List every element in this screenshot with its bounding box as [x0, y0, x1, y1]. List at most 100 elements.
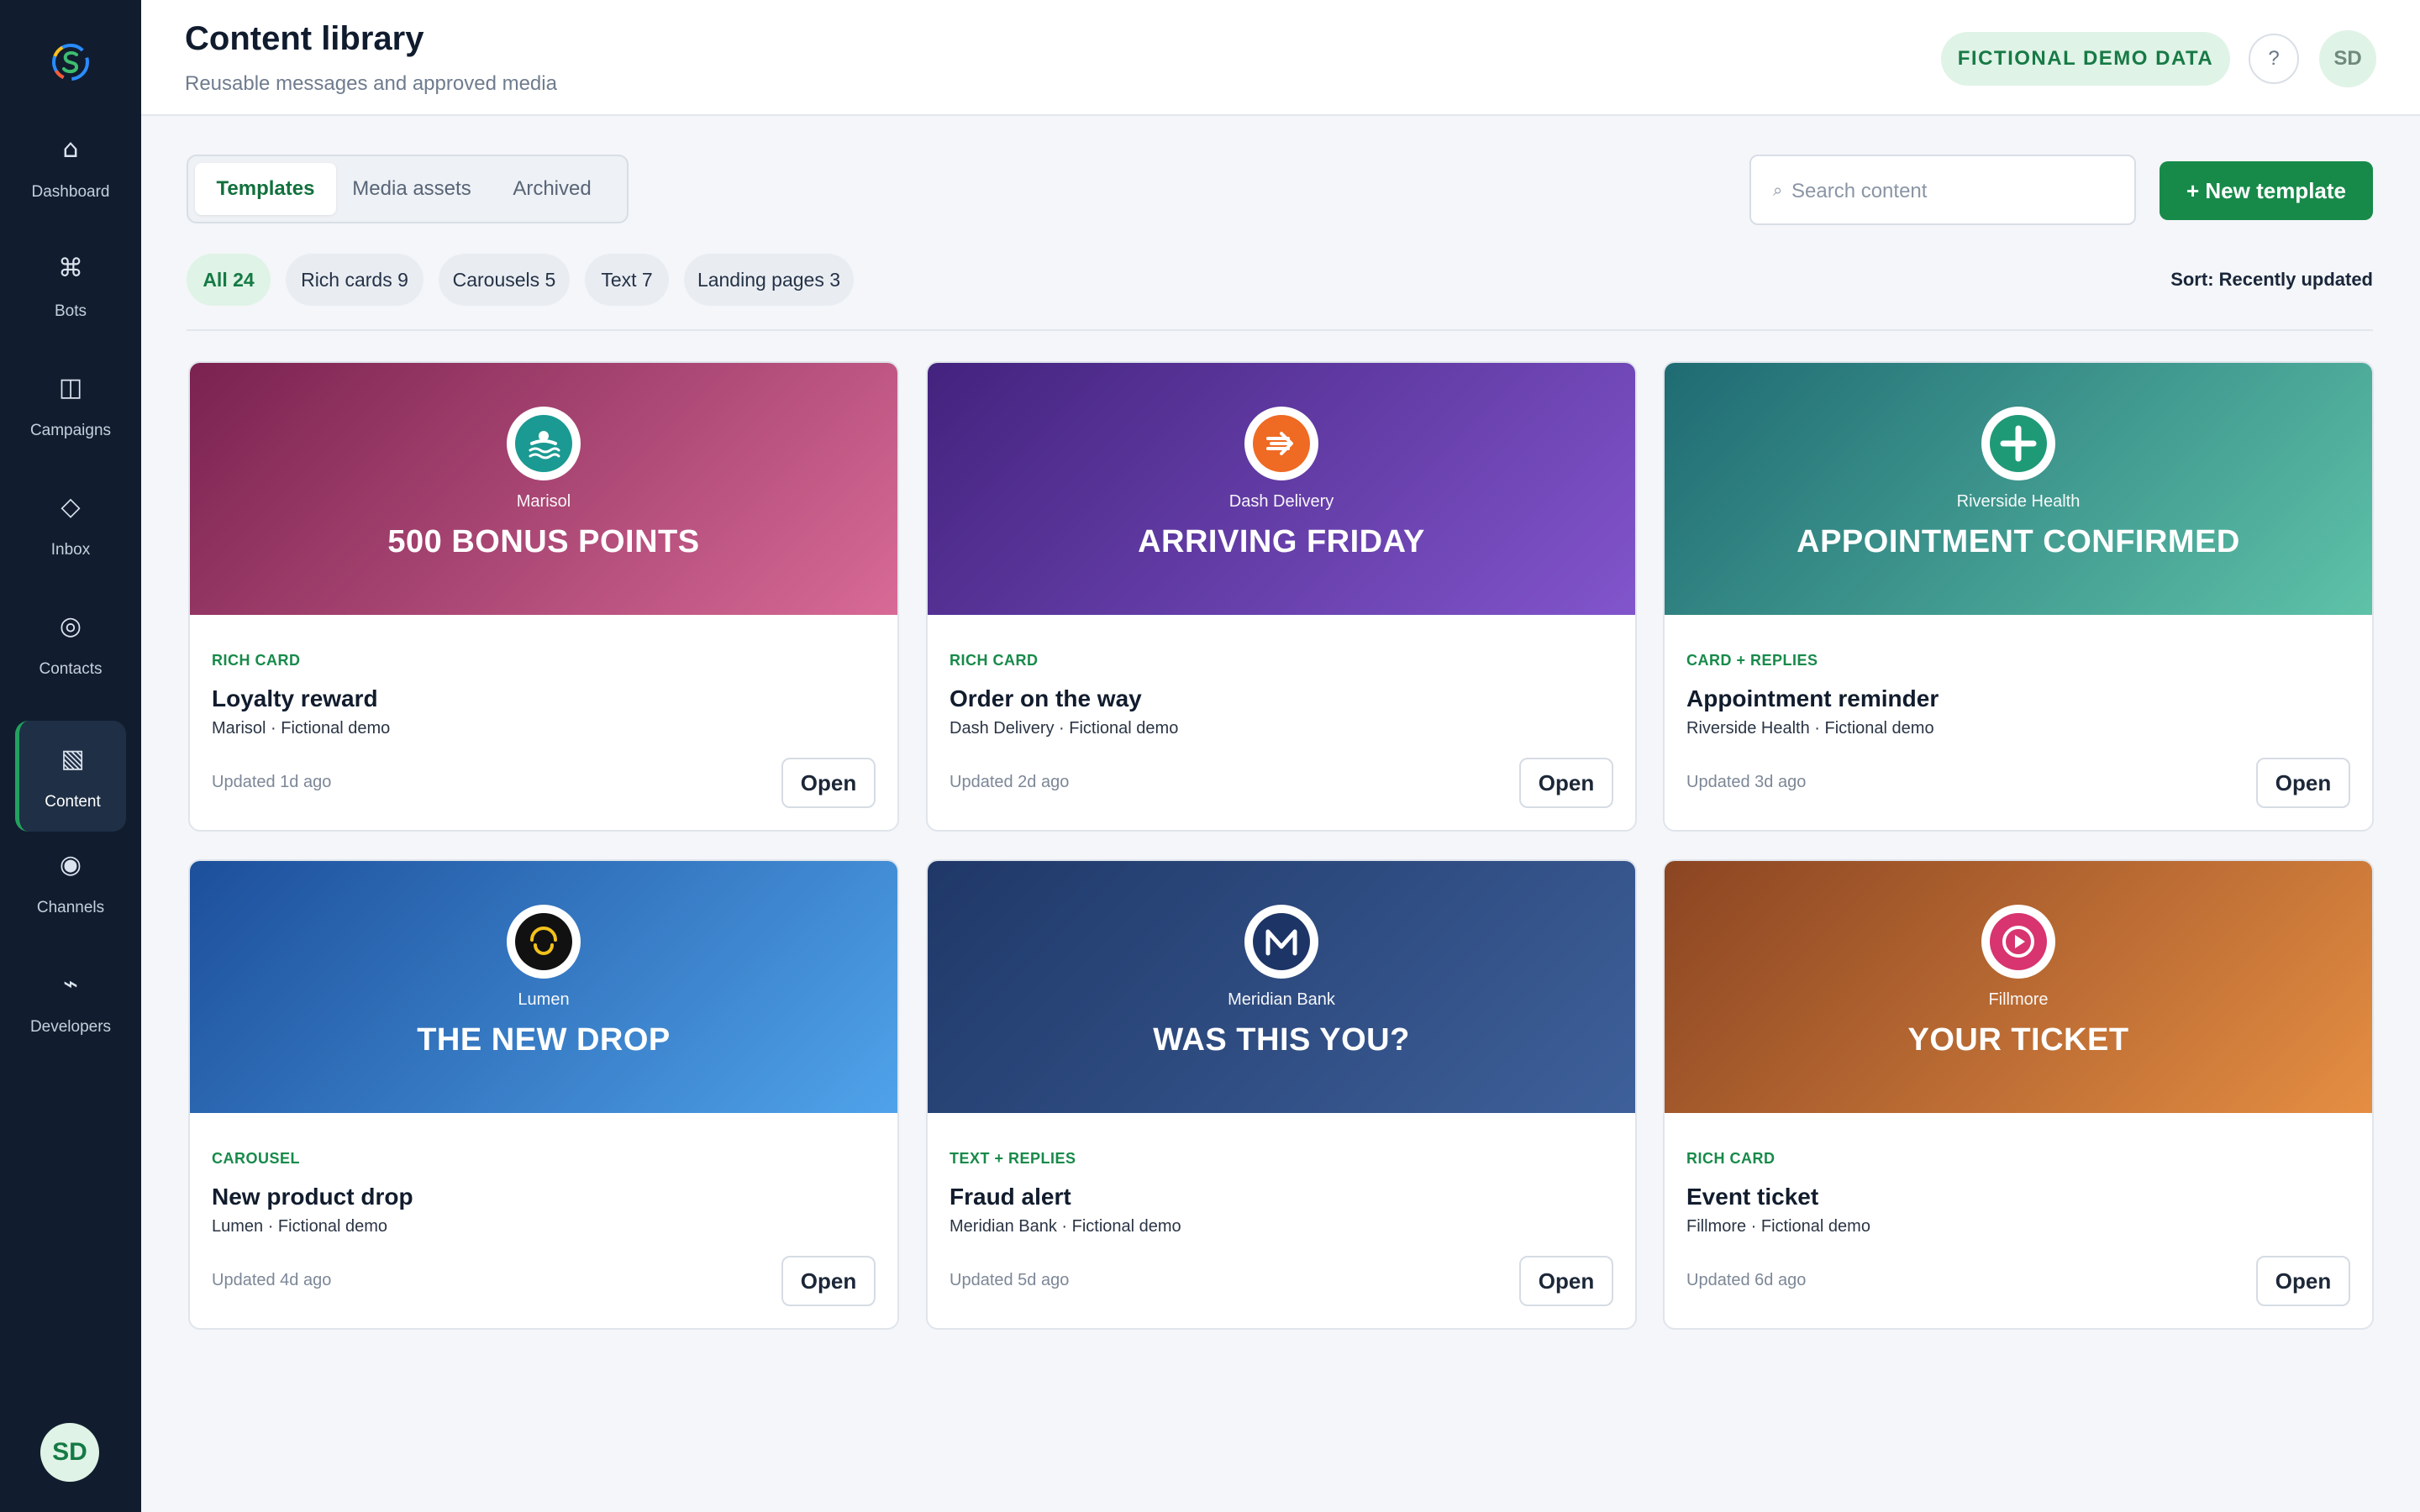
filter-chip-carousels[interactable]: Carousels 5: [439, 254, 570, 306]
home-icon: ⌂: [62, 134, 79, 164]
open-button[interactable]: Open: [781, 1256, 876, 1306]
plus-icon: [1981, 407, 2055, 480]
tab-media-assets[interactable]: Media assets: [339, 163, 484, 215]
card-banner: Meridian Bank WAS THIS YOU?: [928, 861, 1635, 1113]
search-placeholder: Search content: [1791, 180, 1928, 202]
sidebar-item-label: Inbox: [50, 541, 91, 559]
card-meta: Meridian Bank · Fictional demo: [950, 1217, 1181, 1236]
card-banner: Marisol 500 BONUS POINTS: [190, 363, 897, 615]
template-card[interactable]: Riverside Health APPOINTMENT CONFIRMED C…: [1663, 361, 2374, 832]
template-card[interactable]: Meridian Bank WAS THIS YOU? TEXT + REPLI…: [926, 859, 1637, 1330]
swim-icon: [507, 407, 581, 480]
card-meta: Fillmore · Fictional demo: [1686, 1217, 1870, 1236]
banner-title: YOUR TICKET: [1907, 1022, 2129, 1058]
sidebar-item-label: Channels: [36, 899, 105, 916]
banner-title: 500 BONUS POINTS: [387, 524, 700, 559]
play-icon: [1981, 905, 2055, 979]
sidebar-item-dashboard[interactable]: ⌂ Dashboard: [15, 111, 126, 222]
sidebar-item-label: Content: [45, 793, 101, 811]
card-type: TEXT + REPLIES: [950, 1150, 1076, 1167]
banner-title: APPOINTMENT CONFIRMED: [1797, 524, 2240, 559]
tab-templates[interactable]: Templates: [195, 163, 336, 215]
card-banner: Fillmore YOUR TICKET: [1665, 861, 2372, 1113]
card-title: Loyalty reward: [212, 685, 378, 711]
sidebar-item-bots[interactable]: ⌘ Bots: [15, 230, 126, 341]
brand-name: Lumen: [518, 990, 570, 1009]
card-title: New product drop: [212, 1184, 413, 1210]
page-header: Content library Reusable messages and ap…: [141, 0, 2420, 116]
sidebar-item-label: Dashboard: [31, 183, 110, 201]
card-type: RICH CARD: [212, 652, 301, 669]
card-type: RICH CARD: [950, 652, 1039, 669]
content-tabs: Templates Media assets Archived: [187, 155, 629, 223]
new-template-button[interactable]: + New template: [2160, 161, 2373, 220]
sort-dropdown[interactable]: Sort: Recently updated: [2170, 269, 2373, 291]
card-updated: Updated 5d ago: [950, 1271, 1070, 1289]
help-button[interactable]: ?: [2249, 34, 2299, 84]
sidebar-item-label: Bots: [54, 302, 87, 320]
sidebar: ⌂ Dashboard ⌘ Bots ◫ Campaigns ◇ Inbox ◎…: [0, 0, 141, 1512]
lightning-icon: ⌁: [62, 969, 79, 999]
sidebar-item-campaigns[interactable]: ◫ Campaigns: [15, 349, 126, 460]
card-banner: Dash Delivery ARRIVING FRIDAY: [928, 363, 1635, 615]
search-icon: ⌕: [1773, 180, 1783, 200]
search-input[interactable]: ⌕ Search content: [1749, 155, 2136, 225]
open-button[interactable]: Open: [1519, 758, 1613, 808]
banner-title: ARRIVING FRIDAY: [1138, 524, 1425, 559]
speed-arrow-icon: [1244, 407, 1318, 480]
sidebar-item-channels[interactable]: ◉ Channels: [15, 827, 126, 937]
filter-chip-all[interactable]: All 24: [187, 254, 271, 306]
template-card[interactable]: Dash Delivery ARRIVING FRIDAY RICH CARD …: [926, 361, 1637, 832]
brand-name: Fillmore: [1988, 990, 2049, 1009]
card-updated: Updated 3d ago: [1686, 773, 1807, 791]
open-button[interactable]: Open: [2256, 1256, 2350, 1306]
divider: [187, 329, 2373, 331]
sidebar-item-inbox[interactable]: ◇ Inbox: [15, 469, 126, 580]
card-type: RICH CARD: [1686, 1150, 1776, 1167]
header-avatar[interactable]: SD: [2319, 30, 2376, 87]
hatched-square-icon: ▧: [60, 744, 85, 774]
card-meta: Riverside Health · Fictional demo: [1686, 719, 1934, 738]
sidebar-item-contacts[interactable]: ◎ Contacts: [15, 588, 126, 699]
open-button[interactable]: Open: [1519, 1256, 1613, 1306]
card-type: CARD + REPLIES: [1686, 652, 1818, 669]
command-icon: ⌘: [58, 254, 83, 283]
demo-data-badge: FICTIONAL DEMO DATA: [1941, 32, 2230, 86]
template-card[interactable]: Fillmore YOUR TICKET RICH CARD Event tic…: [1663, 859, 2374, 1330]
tab-archived[interactable]: Archived: [489, 163, 615, 215]
card-updated: Updated 6d ago: [1686, 1271, 1807, 1289]
card-title: Fraud alert: [950, 1184, 1071, 1210]
card-type: CAROUSEL: [212, 1150, 301, 1167]
filter-chip-landing-pages[interactable]: Landing pages 3: [684, 254, 854, 306]
sidebar-item-label: Developers: [29, 1018, 112, 1036]
template-card[interactable]: Lumen THE NEW DROP CAROUSEL New product …: [188, 859, 899, 1330]
card-banner: Lumen THE NEW DROP: [190, 861, 897, 1113]
sidebar-item-label: Contacts: [39, 660, 103, 678]
card-meta: Marisol · Fictional demo: [212, 719, 391, 738]
open-button[interactable]: Open: [2256, 758, 2350, 808]
brand-name: Dash Delivery: [1228, 492, 1334, 511]
circle-icon: ◎: [59, 612, 82, 641]
card-meta: Dash Delivery · Fictional demo: [950, 719, 1179, 738]
filter-chip-text[interactable]: Text 7: [585, 254, 669, 306]
filter-chip-rich-cards[interactable]: Rich cards 9: [286, 254, 424, 306]
banner-title: THE NEW DROP: [417, 1022, 671, 1058]
card-updated: Updated 2d ago: [950, 773, 1070, 791]
panel-icon: ◫: [58, 373, 83, 402]
card-title: Event ticket: [1686, 1184, 1819, 1210]
smile-icon: [507, 905, 581, 979]
brand-name: Riverside Health: [1956, 492, 2081, 511]
sidebar-item-developers[interactable]: ⌁ Developers: [15, 946, 126, 1057]
card-title: Appointment reminder: [1686, 685, 1939, 711]
open-button[interactable]: Open: [781, 758, 876, 808]
letter-m-icon: [1244, 905, 1318, 979]
app-logo[interactable]: [49, 40, 92, 84]
page-subtitle: Reusable messages and approved media: [185, 72, 557, 95]
sidebar-item-content[interactable]: ▧ Content: [15, 721, 126, 832]
card-meta: Lumen · Fictional demo: [212, 1217, 387, 1236]
template-card[interactable]: Marisol 500 BONUS POINTS RICH CARD Loyal…: [188, 361, 899, 832]
user-avatar[interactable]: SD: [40, 1423, 99, 1482]
card-banner: Riverside Health APPOINTMENT CONFIRMED: [1665, 363, 2372, 615]
card-updated: Updated 4d ago: [212, 1271, 332, 1289]
brand-name: Marisol: [516, 492, 571, 511]
